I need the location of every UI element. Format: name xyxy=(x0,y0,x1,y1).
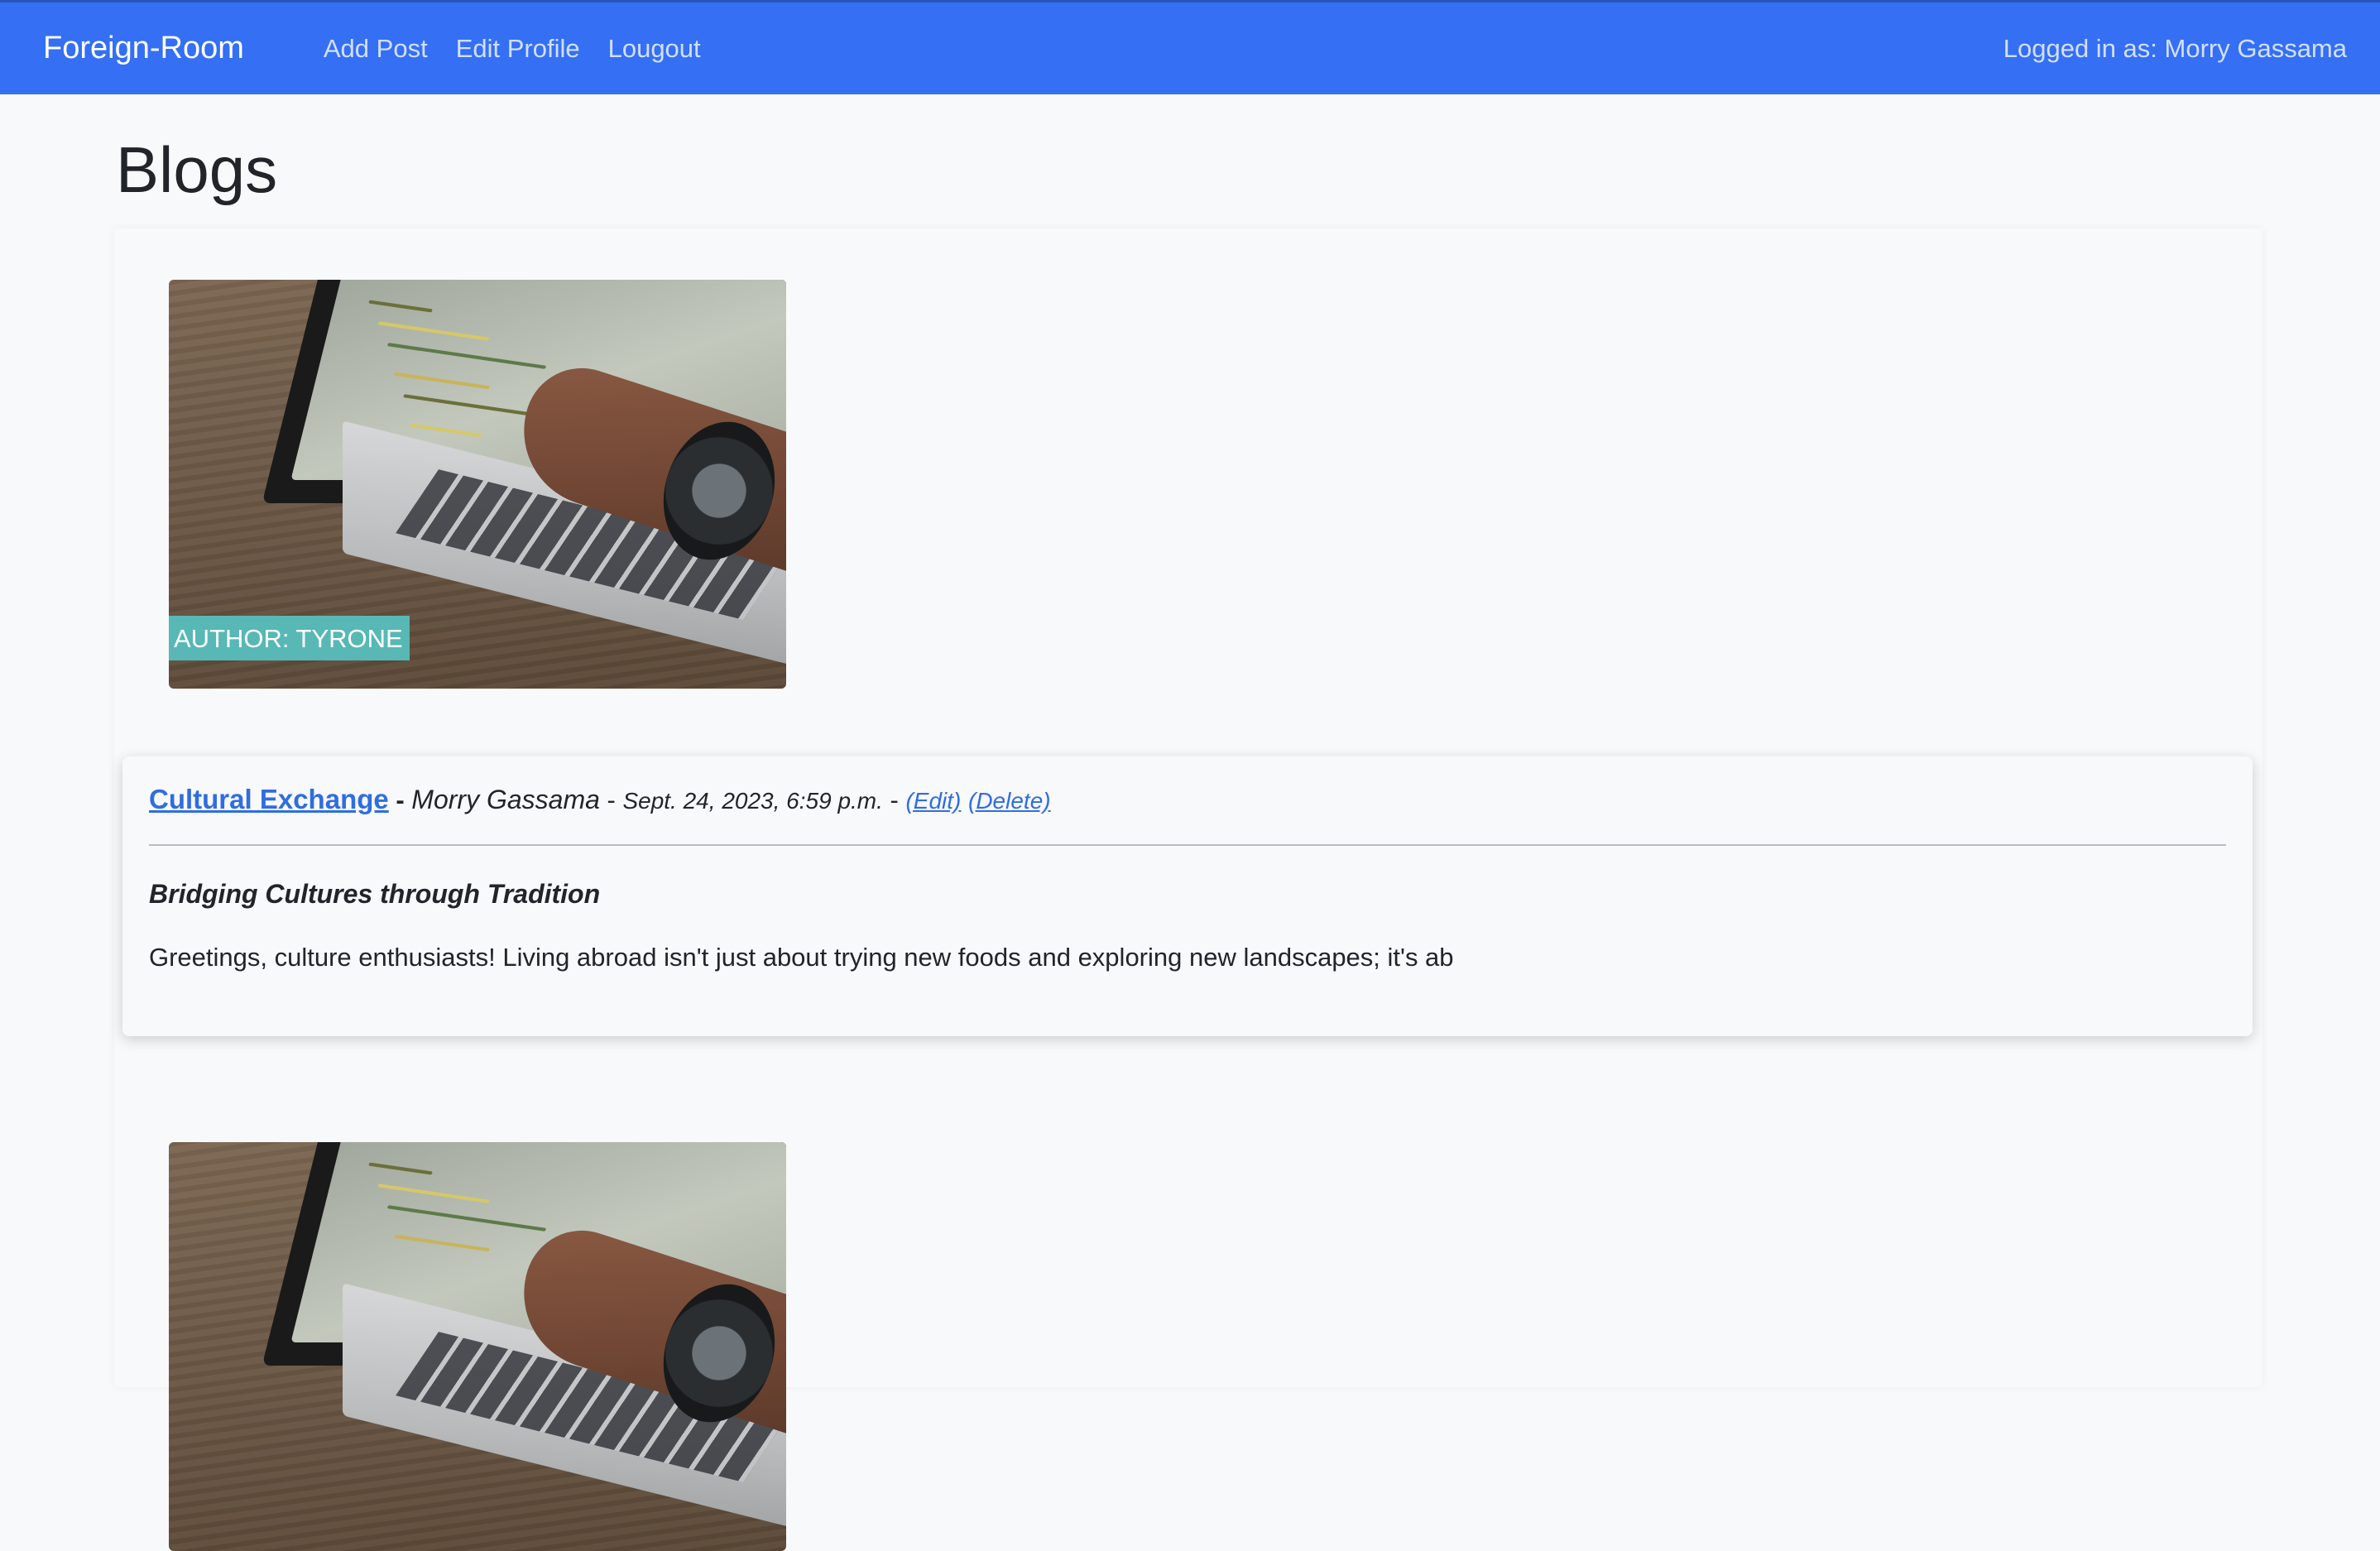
delete-post-link[interactable]: (Delete) xyxy=(968,788,1051,814)
page-title: Blogs xyxy=(116,133,278,206)
logged-in-status: Logged in as: Morry Gassama xyxy=(2003,33,2347,63)
edit-post-link[interactable]: (Edit) xyxy=(905,788,961,814)
top-navbar: Foreign-Room Add Post Edit Profile Lougo… xyxy=(0,0,2380,94)
blog-list: AUTHOR: TYRONE Cultural Exchange - Morry… xyxy=(114,228,2262,1551)
post-image[interactable]: AUTHOR: TYRONE xyxy=(169,280,786,689)
post-date: Sept. 24, 2023, 6:59 p.m. xyxy=(622,788,883,814)
post-header: Cultural Exchange - Morry Gassama - Sept… xyxy=(149,783,2226,818)
brand-link[interactable]: Foreign-Room xyxy=(43,31,244,66)
post-card: Cultural Exchange - Morry Gassama - Sept… xyxy=(122,756,2253,1036)
post-title-link[interactable]: Cultural Exchange xyxy=(149,784,389,814)
post-image[interactable] xyxy=(169,1142,786,1551)
nav-logout[interactable]: Lougout xyxy=(608,34,701,64)
nav-edit-profile[interactable]: Edit Profile xyxy=(456,34,580,64)
separator: - xyxy=(890,785,906,814)
separator: - xyxy=(396,785,412,814)
post-subtitle: Bridging Cultures through Tradition xyxy=(149,879,601,909)
nav-add-post[interactable]: Add Post xyxy=(324,34,428,64)
post-excerpt: Greetings, culture enthusiasts! Living a… xyxy=(149,943,1454,972)
separator: - xyxy=(607,785,623,814)
author-badge: AUTHOR: TYRONE xyxy=(169,616,410,660)
post-divider xyxy=(149,844,2226,846)
post-author: Morry Gassama xyxy=(411,785,600,814)
